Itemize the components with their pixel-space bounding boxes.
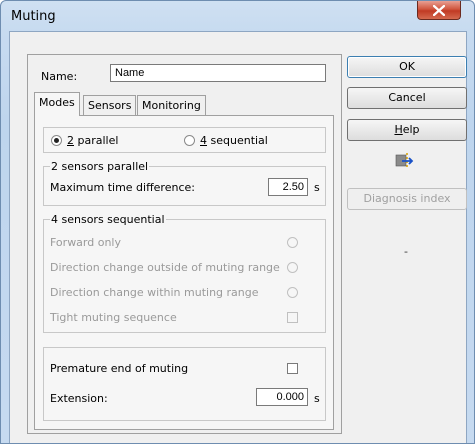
cancel-button[interactable]: Cancel bbox=[347, 87, 467, 109]
sequential-group: 4 sensors sequential Forward only Direct… bbox=[43, 213, 326, 333]
diagnosis-index-button[interactable]: Diagnosis index bbox=[347, 188, 467, 210]
premature-group: Premature end of muting Extension: s bbox=[43, 347, 326, 421]
mode-selection-box: 2 parallel 4 sequential bbox=[43, 127, 326, 153]
diagnosis-index-value: - bbox=[404, 245, 408, 258]
premature-label: Premature end of muting bbox=[50, 362, 189, 375]
ok-button[interactable]: OK bbox=[347, 56, 467, 78]
extension-input[interactable] bbox=[256, 388, 308, 406]
extension-unit: s bbox=[314, 392, 320, 405]
tight-sequence-label: Tight muting sequence bbox=[50, 311, 177, 324]
max-time-unit: s bbox=[314, 181, 320, 194]
sequential-label[interactable]: 4 sequential bbox=[200, 134, 268, 147]
window-title: Muting bbox=[11, 9, 56, 24]
tab-modes[interactable]: Modes bbox=[34, 92, 80, 116]
dialog-client-area: Name: Modes Sensors Monitoring 2 paralle… bbox=[9, 31, 467, 443]
max-time-input[interactable] bbox=[268, 178, 308, 196]
direction-outside-label: Direction change outside of muting range bbox=[50, 261, 280, 274]
parallel-label[interactable]: 2 parallel bbox=[67, 134, 118, 147]
diagnosis-icon bbox=[394, 150, 416, 172]
direction-within-label: Direction change within muting range bbox=[50, 286, 259, 299]
direction-within-radio[interactable] bbox=[287, 287, 298, 298]
tab-monitoring[interactable]: Monitoring bbox=[137, 95, 206, 115]
close-button[interactable] bbox=[417, 1, 461, 20]
name-label: Name: bbox=[41, 70, 78, 83]
muting-dialog: Muting Name: Modes Sensors Monitoring 2 … bbox=[0, 0, 475, 444]
max-time-label: Maximum time difference: bbox=[50, 181, 195, 194]
parallel-group: 2 sensors parallel Maximum time differen… bbox=[43, 160, 326, 206]
parallel-group-caption: 2 sensors parallel bbox=[50, 160, 150, 173]
tight-sequence-checkbox[interactable] bbox=[287, 312, 298, 323]
direction-outside-radio[interactable] bbox=[287, 262, 298, 273]
premature-checkbox[interactable] bbox=[287, 363, 298, 374]
help-button[interactable]: Help bbox=[347, 119, 467, 141]
name-input[interactable] bbox=[110, 64, 326, 82]
title-bar[interactable]: Muting bbox=[1, 1, 474, 29]
parallel-radio[interactable] bbox=[51, 135, 62, 146]
sequential-radio[interactable] bbox=[184, 135, 195, 146]
extension-label: Extension: bbox=[50, 392, 108, 405]
close-icon bbox=[433, 5, 445, 16]
tab-sensors[interactable]: Sensors bbox=[83, 95, 137, 115]
forward-only-label: Forward only bbox=[50, 236, 122, 249]
forward-only-radio[interactable] bbox=[287, 237, 298, 248]
sequential-group-caption: 4 sensors sequential bbox=[50, 213, 166, 226]
modes-tab-panel: 2 parallel 4 sequential 2 sensors parall… bbox=[34, 115, 334, 430]
